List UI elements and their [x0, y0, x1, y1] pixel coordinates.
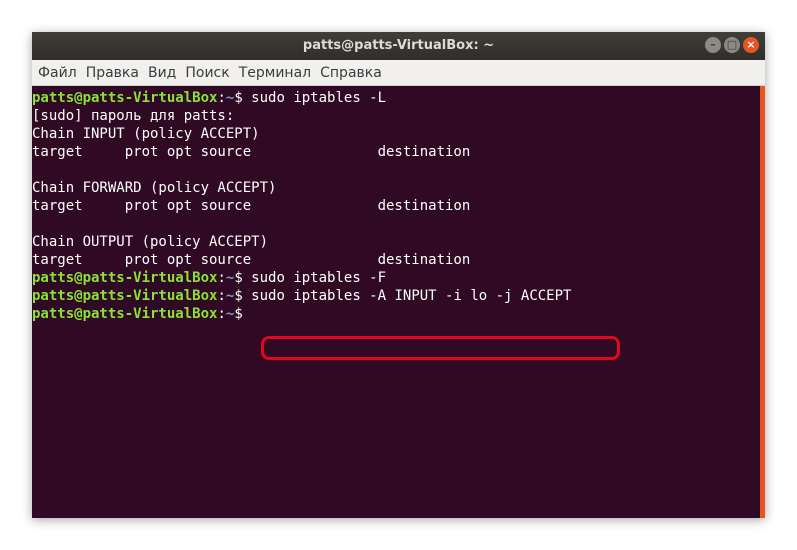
command-text: sudo iptables -F — [251, 270, 387, 286]
prompt-user: patts@patts-VirtualBox — [32, 306, 218, 322]
window-controls: – □ × — [705, 37, 759, 53]
prompt-user: patts@patts-VirtualBox — [32, 90, 218, 106]
prompt-user: patts@patts-VirtualBox — [32, 270, 218, 286]
prompt-line: patts@patts-VirtualBox:~$ — [32, 305, 760, 323]
output-line: Chain INPUT (policy ACCEPT) — [32, 126, 260, 142]
prompt-line: patts@patts-VirtualBox:~$ sudo iptables … — [32, 269, 760, 287]
prompt-separator: : — [217, 90, 226, 106]
terminal-window: patts@patts-VirtualBox: ~ – □ × Файл Пра… — [32, 32, 765, 518]
menu-terminal[interactable]: Терминал — [239, 65, 311, 81]
output-line: target prot opt source destination — [32, 144, 471, 160]
prompt-symbol: $ — [234, 270, 252, 286]
command-text: sudo iptables -L — [251, 90, 387, 106]
menu-edit[interactable]: Правка — [86, 65, 139, 81]
title-bar[interactable]: patts@patts-VirtualBox: ~ – □ × — [32, 32, 765, 60]
prompt-separator: : — [217, 306, 226, 322]
highlighted-command: sudo iptables -A INPUT -i lo -j ACCEPT — [251, 288, 572, 304]
output-line: Chain FORWARD (policy ACCEPT) — [32, 180, 277, 196]
close-button[interactable]: × — [743, 37, 759, 53]
output-line: target prot opt source destination — [32, 198, 471, 214]
scrollbar[interactable] — [760, 86, 765, 518]
prompt-line: patts@patts-VirtualBox:~$ sudo iptables … — [32, 287, 760, 305]
prompt-line: patts@patts-VirtualBox:~$ sudo iptables … — [32, 89, 760, 107]
terminal-output[interactable]: patts@patts-VirtualBox:~$ sudo iptables … — [32, 86, 760, 518]
prompt-user: patts@patts-VirtualBox — [32, 288, 218, 304]
prompt-symbol: $ — [234, 288, 252, 304]
prompt-symbol: $ — [234, 90, 252, 106]
menu-search[interactable]: Поиск — [185, 65, 229, 81]
menu-bar: Файл Правка Вид Поиск Терминал Справка — [32, 60, 765, 86]
highlight-box — [261, 336, 620, 360]
prompt-symbol: $ — [234, 306, 252, 322]
window-title: patts@patts-VirtualBox: ~ — [302, 38, 495, 53]
output-line: Chain OUTPUT (policy ACCEPT) — [32, 234, 269, 250]
output-line: [sudo] пароль для patts: — [32, 108, 235, 124]
output-line: target prot opt source destination — [32, 252, 471, 268]
menu-file[interactable]: Файл — [38, 65, 77, 81]
menu-help[interactable]: Справка — [320, 65, 382, 81]
maximize-button[interactable]: □ — [724, 37, 740, 53]
prompt-separator: : — [217, 288, 226, 304]
menu-view[interactable]: Вид — [148, 65, 176, 81]
minimize-button[interactable]: – — [705, 37, 721, 53]
prompt-separator: : — [217, 270, 226, 286]
